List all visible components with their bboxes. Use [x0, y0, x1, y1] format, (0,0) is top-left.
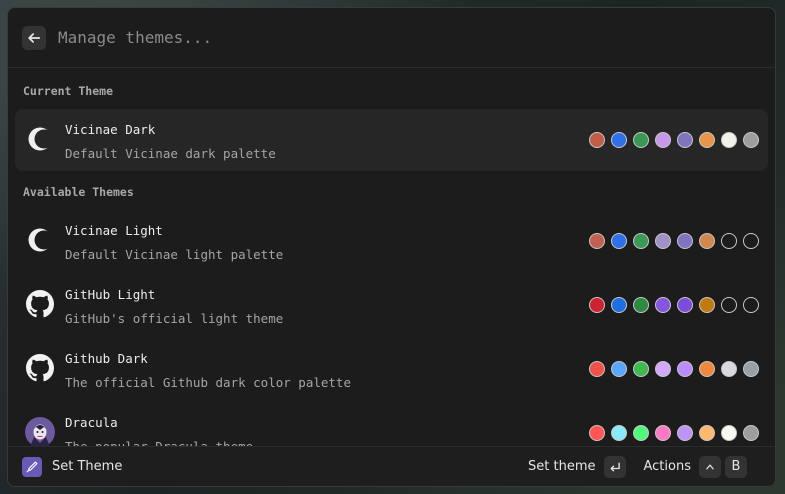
color-swatch — [699, 361, 715, 377]
actions-button[interactable]: Actions — [644, 459, 692, 474]
color-swatch — [633, 361, 649, 377]
color-swatch — [721, 361, 737, 377]
footer-title: Set Theme — [52, 459, 123, 474]
moon-icon — [25, 124, 55, 154]
color-swatch — [611, 132, 627, 148]
brush-icon — [22, 456, 42, 477]
action-footer: Set Theme Set theme Actions B — [8, 446, 775, 486]
theme-subtitle: Default Vicinae light palette — [65, 247, 284, 262]
color-swatch — [655, 132, 671, 148]
color-swatch — [743, 132, 759, 148]
theme-row-github-dark[interactable]: Github Dark The official Github dark col… — [15, 338, 768, 400]
theme-subtitle: GitHub's official light theme — [65, 311, 284, 326]
color-swatch — [721, 425, 737, 441]
color-swatch — [589, 425, 605, 441]
color-swatch — [721, 233, 737, 249]
color-swatch — [589, 297, 605, 313]
theme-title: Vicinae Light — [65, 223, 163, 238]
search-input[interactable] — [58, 22, 775, 53]
moon-icon — [25, 225, 55, 255]
color-swatch — [633, 132, 649, 148]
color-palette — [589, 425, 759, 441]
color-swatch — [611, 233, 627, 249]
theme-title: Dracula — [65, 415, 118, 430]
search-bar — [8, 8, 775, 68]
color-swatch — [655, 425, 671, 441]
color-swatch — [677, 297, 693, 313]
github-icon — [25, 353, 55, 383]
color-swatch — [589, 132, 605, 148]
color-palette — [589, 361, 759, 377]
section-title-current: Current Theme — [23, 84, 114, 98]
color-swatch — [699, 297, 715, 313]
launcher-window: Current Theme Vicinae Dark Default Vicin… — [7, 7, 776, 487]
color-swatch — [677, 132, 693, 148]
set-theme-action[interactable]: Set theme — [528, 459, 595, 474]
color-palette — [589, 297, 759, 313]
theme-row-github-light[interactable]: GitHub Light GitHub's official light the… — [15, 274, 768, 336]
color-swatch — [655, 361, 671, 377]
color-swatch — [633, 425, 649, 441]
color-swatch — [655, 297, 671, 313]
color-swatch — [699, 132, 715, 148]
color-swatch — [655, 233, 671, 249]
color-swatch — [589, 233, 605, 249]
footer-actions: Set theme Actions B — [528, 455, 747, 478]
theme-subtitle: The official Github dark color palette — [65, 375, 351, 390]
theme-row-vicinae-dark[interactable]: Vicinae Dark Default Vicinae dark palett… — [15, 109, 768, 171]
color-swatch — [743, 297, 759, 313]
theme-title: Github Dark — [65, 351, 148, 366]
section-title-available: Available Themes — [23, 185, 134, 199]
color-swatch — [611, 297, 627, 313]
github-icon — [25, 289, 55, 319]
theme-title: Vicinae Dark — [65, 122, 156, 137]
color-swatch — [743, 361, 759, 377]
dracula-icon — [25, 417, 55, 447]
color-palette — [589, 132, 759, 148]
color-swatch — [633, 233, 649, 249]
arrow-left-icon — [28, 32, 41, 43]
theme-title: GitHub Light — [65, 287, 156, 302]
color-swatch — [721, 132, 737, 148]
ctrl-key-icon — [699, 455, 721, 478]
color-swatch — [589, 361, 605, 377]
color-swatch — [611, 425, 627, 441]
color-swatch — [699, 425, 715, 441]
color-palette — [589, 233, 759, 249]
theme-row-vicinae-light[interactable]: Vicinae Light Default Vicinae light pale… — [15, 210, 768, 272]
color-swatch — [743, 233, 759, 249]
back-button[interactable] — [22, 25, 46, 50]
color-swatch — [721, 297, 737, 313]
shortcut-key: B — [725, 455, 747, 478]
color-swatch — [611, 361, 627, 377]
color-swatch — [677, 361, 693, 377]
color-swatch — [743, 425, 759, 441]
color-swatch — [677, 233, 693, 249]
color-swatch — [677, 425, 693, 441]
enter-key-icon — [603, 455, 626, 478]
color-swatch — [633, 297, 649, 313]
theme-subtitle: Default Vicinae dark palette — [65, 146, 276, 161]
color-swatch — [699, 233, 715, 249]
